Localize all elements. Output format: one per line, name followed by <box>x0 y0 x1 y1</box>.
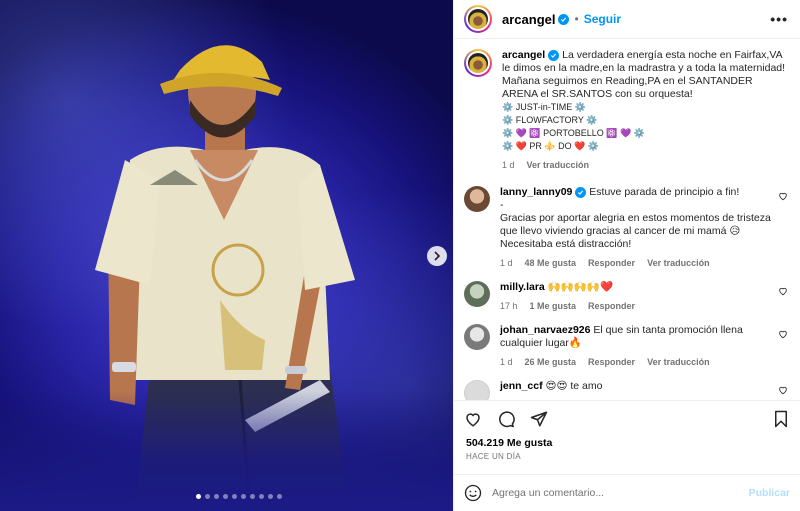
heart-icon[interactable] <box>778 286 788 296</box>
heart-icon[interactable] <box>778 385 788 395</box>
caption-line: Mañana seguimos en Reading,PA en el SANT… <box>502 75 753 100</box>
carousel-dot-active <box>196 494 201 499</box>
publish-button[interactable]: Publicar <box>749 487 790 499</box>
caption-line: ⚙️ JUST-in-TIME ⚙️ <box>502 102 586 112</box>
comment-body: Estuve parada de principio a fin! <box>589 186 740 198</box>
comment-username[interactable]: johan_narvaez926 <box>500 324 590 336</box>
comment: milly.lara 🙌🙌🙌🙌❤️ 17 h 1 Me gusta Respon… <box>464 281 788 311</box>
share-icon[interactable] <box>530 410 548 428</box>
reply-button[interactable]: Responder <box>588 258 635 268</box>
carousel-dot <box>205 494 210 499</box>
post-actions <box>454 400 800 437</box>
separator-dot: • <box>574 12 579 26</box>
comment-input[interactable] <box>492 487 749 499</box>
comments-scroll[interactable]: arcangel La verdadera energía esta noche… <box>454 39 800 400</box>
post-header: arcangel • Seguir ••• <box>454 0 800 39</box>
comment-age[interactable]: 1 d <box>500 258 513 268</box>
chevron-right-icon <box>434 251 441 261</box>
carousel-dot <box>214 494 219 499</box>
comment-icon[interactable] <box>497 410 515 428</box>
carousel-dot <box>232 494 237 499</box>
comment-body: Gracias por aportar alegria en estos mom… <box>500 212 771 250</box>
reply-button[interactable]: Responder <box>588 357 635 367</box>
caption-line: ⚙️ 💜 ⚛️ PORTOBELLO ⚛️ 💜 ⚙️ <box>502 128 645 138</box>
commenter-avatar[interactable] <box>464 186 490 212</box>
post-side-panel: arcangel • Seguir ••• arcangel La verdad… <box>453 0 800 511</box>
caption-text: arcangel La verdadera energía esta noche… <box>502 49 788 153</box>
verified-badge-icon <box>548 49 560 61</box>
comment-likes[interactable]: 26 Me gusta <box>525 357 577 367</box>
comment-likes[interactable]: 1 Me gusta <box>530 301 577 311</box>
caption-age[interactable]: 1 d <box>502 160 515 170</box>
reply-button[interactable]: Responder <box>588 301 635 311</box>
caption-avatar[interactable] <box>464 49 492 77</box>
caption-line: ⚙️ ❤️ PR ⚜️ DO ❤️ ⚙️ <box>502 141 600 151</box>
comment-age[interactable]: 1 d <box>500 357 513 367</box>
translate-button[interactable]: Ver traducción <box>647 258 710 268</box>
more-options-icon[interactable]: ••• <box>770 11 788 27</box>
comment-text: jenn_ccf 😍😍 te amo <box>500 380 778 393</box>
translate-button[interactable]: Ver traducción <box>527 160 590 170</box>
comment-body: 🙌🙌🙌🙌❤️ <box>547 281 614 293</box>
comment: lanny_lanny09 Estuve parada de principio… <box>464 186 788 268</box>
caption-line: ⚙️ FLOWFACTORY ⚙️ <box>502 115 598 125</box>
comment-meta: 17 h 1 Me gusta Responder <box>500 301 778 311</box>
instagram-post-modal: arcangel • Seguir ••• arcangel La verdad… <box>0 0 800 511</box>
comment-username[interactable]: lanny_lanny09 <box>500 186 572 198</box>
stage-floor <box>0 391 453 511</box>
comment-text: johan_narvaez926 El que sin tanta promoc… <box>500 324 778 350</box>
carousel-dot <box>259 494 264 499</box>
comment-likes[interactable]: 48 Me gusta <box>525 258 577 268</box>
heart-icon[interactable] <box>778 329 788 339</box>
bookmark-icon[interactable] <box>772 410 790 428</box>
comment-meta: 1 d 48 Me gusta Responder Ver traducción <box>500 258 778 268</box>
commenter-avatar[interactable] <box>464 324 490 350</box>
add-comment-bar: Publicar <box>454 474 800 511</box>
comment-username[interactable]: milly.lara <box>500 281 545 293</box>
post-caption: arcangel La verdadera energía esta noche… <box>464 49 788 170</box>
commenter-avatar[interactable] <box>464 380 490 400</box>
comment: johan_narvaez926 El que sin tanta promoc… <box>464 324 788 367</box>
carousel-indicator <box>196 494 282 499</box>
author-username[interactable]: arcangel <box>502 12 555 27</box>
next-image-button[interactable] <box>427 246 447 266</box>
comment: jenn_ccf 😍😍 te amo <box>464 380 788 400</box>
comment-body: 😍😍 te amo <box>545 380 603 392</box>
post-timestamp: HACE UN DÍA <box>466 452 521 461</box>
comment-username[interactable]: jenn_ccf <box>500 380 543 392</box>
likes-count[interactable]: 504.219 Me gusta <box>454 437 800 449</box>
carousel-dot <box>223 494 228 499</box>
carousel-dot <box>241 494 246 499</box>
carousel-dot <box>250 494 255 499</box>
commenter-avatar[interactable] <box>464 281 490 307</box>
emoji-icon[interactable] <box>464 484 482 502</box>
caption-username[interactable]: arcangel <box>502 49 545 61</box>
comment-meta: 1 d 26 Me gusta Responder Ver traducción <box>500 357 778 367</box>
translate-button[interactable]: Ver traducción <box>647 357 710 367</box>
comment-text: milly.lara 🙌🙌🙌🙌❤️ <box>500 281 778 294</box>
post-photo <box>0 0 453 511</box>
follow-button[interactable]: Seguir <box>584 12 621 26</box>
heart-icon[interactable] <box>464 410 482 428</box>
heart-icon[interactable] <box>778 191 788 201</box>
caption-meta: 1 d Ver traducción <box>502 160 788 170</box>
comment-text: lanny_lanny09 Estuve parada de principio… <box>500 186 778 251</box>
comment-body: - <box>500 199 504 211</box>
carousel-dot <box>277 494 282 499</box>
carousel-dot <box>268 494 273 499</box>
comment-age[interactable]: 17 h <box>500 301 518 311</box>
verified-badge-icon <box>558 13 570 25</box>
author-avatar[interactable] <box>464 5 492 33</box>
verified-badge-icon <box>575 186 587 198</box>
